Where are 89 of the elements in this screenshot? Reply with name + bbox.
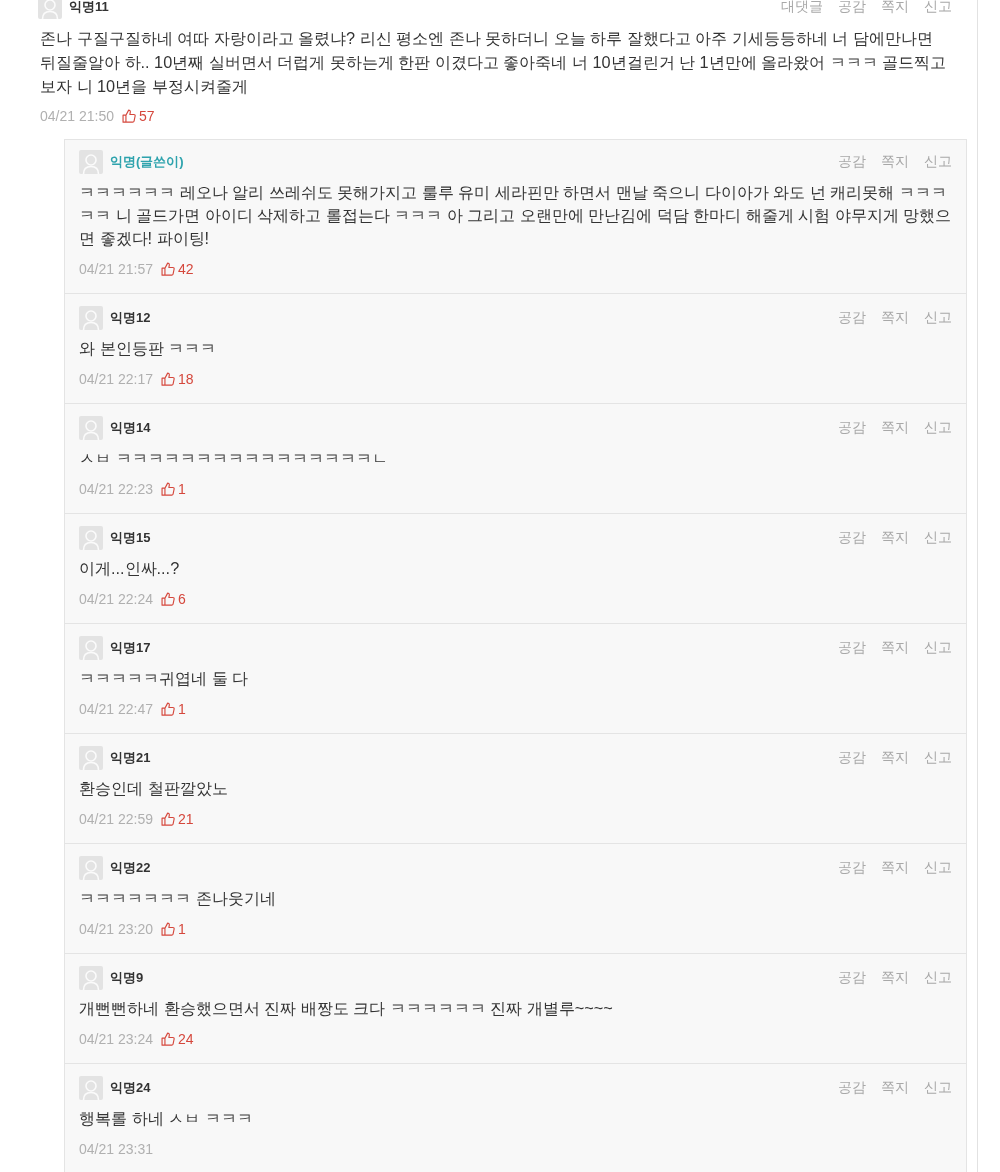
action-link[interactable]: 공감 [838,309,866,327]
action-link[interactable]: 공감 [838,859,866,877]
action-link[interactable]: 대댓글 [781,0,823,16]
author-name: 익명21 [110,749,151,767]
like-count: 42 [177,261,194,277]
avatar-icon [79,966,103,990]
avatar-icon [79,150,103,174]
action-link[interactable]: 신고 [924,969,952,987]
comment-date: 04/21 22:17 [79,371,153,387]
thumbs-up-icon [160,702,175,716]
action-link[interactable]: 공감 [838,529,866,547]
like-count: 24 [177,1031,194,1047]
action-link[interactable]: 신고 [924,529,952,547]
comment-date: 04/21 22:23 [79,481,153,497]
action-link[interactable]: 공감 [838,749,866,767]
author-name: 익명14 [110,419,151,437]
action-link[interactable]: 신고 [924,1079,952,1097]
like-count: 1 [177,481,186,497]
action-link[interactable]: 쪽지 [881,749,909,767]
action-link[interactable]: 신고 [924,859,952,877]
comment-text: 환승인데 철판깔았노 [79,778,229,799]
comment-date: 04/21 23:31 [79,1141,153,1157]
thumbs-up-icon [160,592,175,606]
like-count: 1 [177,921,186,937]
action-link[interactable]: 공감 [838,419,866,437]
avatar-icon [79,856,103,880]
comment-text: ㅋㅋㅋㅋㅋㅋㅋ 존나웃기네 [79,888,277,909]
like-count: 57 [138,108,155,124]
author-name: 익명22 [110,859,151,877]
comment-date: 04/21 23:24 [79,1031,153,1047]
comment-date: 04/21 21:57 [79,261,153,277]
thumbs-up-icon [160,262,175,276]
like-count: 6 [177,591,186,607]
action-link[interactable]: 공감 [838,0,866,16]
thumbs-up-icon [160,372,175,386]
comment-date: 04/21 22:24 [79,591,153,607]
action-link[interactable]: 공감 [838,153,866,171]
action-link[interactable]: 쪽지 [881,529,909,547]
author-name: 익명(글쓴이) [110,153,184,171]
thumbs-up-icon [160,482,175,496]
action-link[interactable]: 쪽지 [881,969,909,987]
action-link[interactable]: 신고 [924,153,952,171]
author-name: 익명11 [69,0,109,16]
action-link[interactable]: 쪽지 [881,153,909,171]
action-link[interactable]: 신고 [924,639,952,657]
avatar-icon [79,526,103,550]
thumbs-up-icon [160,1032,175,1046]
avatar-icon [79,306,103,330]
comment-date: 04/21 22:59 [79,811,153,827]
action-link[interactable]: 쪽지 [881,1079,909,1097]
action-link[interactable]: 쪽지 [881,309,909,327]
author-name: 익명15 [110,529,151,547]
avatar-icon [79,636,103,660]
comment-date: 04/21 21:50 [40,108,114,124]
like-count: 18 [177,371,194,387]
action-link[interactable]: 쪽지 [881,859,909,877]
thumbs-up-icon [160,812,175,826]
comment-text: ㅋㅋㅋㅋㅋㅋ 레오나 알리 쓰레쉬도 못해가지고 룰루 유미 세라핀만 하면서 맨날 죽으니 다이아가 와도 넌 캐리못해 ㅋㅋㅋㅋㅋ 니 골드가면 아이디 삭제하고 롤접는다 ㅋㅋㅋ 아 그리고 오랜만에 만난김에 덕담 한마디 해줄게 시험 야무지게 망했으면 좋겠다! 파이팅! [79,182,952,249]
action-link[interactable]: 신고 [924,0,952,16]
comment-text: 이게...인싸...? [79,558,181,579]
comment-text: ㅅㅂ ㅋㅋㅋㅋㅋㅋㅋㅋㅋㅋㅋㅋㅋㅋㅋㅋㄴ [79,448,389,469]
avatar-icon [79,1076,103,1100]
comment-text: ㅋㅋㅋㅋㅋ귀엽네 둘 다 [79,668,250,689]
author-name: 익명12 [110,309,151,327]
comment-text: 와 본인등판 ㅋㅋㅋ [79,338,218,359]
comment-text: 행복롤 하네 ㅅㅂ ㅋㅋㅋ [79,1108,254,1129]
comment-text: 개뻔뻔하네 환승했으면서 진짜 배짱도 크다 ㅋㅋㅋㅋㅋㅋ 진짜 개별루~~~~ [79,998,614,1019]
author-name: 익명17 [110,639,151,657]
thumbs-up-icon [121,109,136,123]
like-count: 1 [177,701,186,717]
action-link[interactable]: 쪽지 [881,419,909,437]
action-link[interactable]: 쪽지 [881,0,909,16]
action-link[interactable]: 쪽지 [881,639,909,657]
avatar-icon [79,746,103,770]
author-name: 익명24 [110,1079,151,1097]
comment-date: 04/21 22:47 [79,701,153,717]
author-name: 익명9 [110,969,144,987]
action-link[interactable]: 신고 [924,309,952,327]
avatar-icon [79,416,103,440]
action-link[interactable]: 공감 [838,639,866,657]
avatar-icon [38,0,62,19]
action-link[interactable]: 신고 [924,419,952,437]
action-link[interactable]: 신고 [924,749,952,767]
comment-text: 존나 구질구질하네 여따 자랑이라고 올렸냐? 리신 평소엔 존나 못하더니 오늘 하루 잘했다고 아주 기세등등하네 너 담에만나면 뒤질줄알아 하.. 10년째 실버면서 더럽게 못하는게 한판 이겼다고 좋아죽네 너 10년걸린거 난 1년만에 올라왔어 ㅋㅋㅋ 골드찍고 보자 니 10년을 부정시켜줄게 [40,28,948,97]
like-count: 21 [177,811,194,827]
thumbs-up-icon [160,922,175,936]
comment-date: 04/21 23:20 [79,921,153,937]
action-link[interactable]: 공감 [838,1079,866,1097]
action-link[interactable]: 공감 [838,969,866,987]
